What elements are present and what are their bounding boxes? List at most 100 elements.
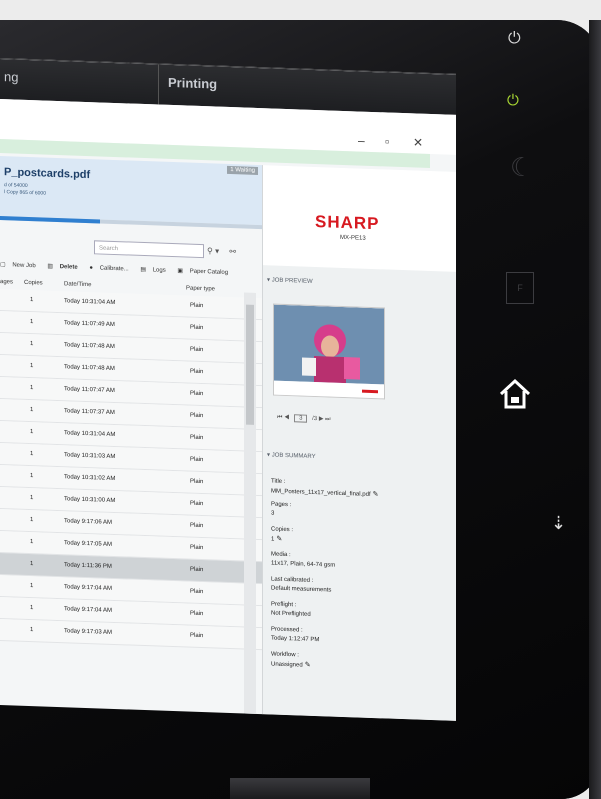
preview-pager: ⏮ ◀ 3 /3 ▶ ⏭ — [277, 414, 331, 424]
cell-copies: 1 — [30, 561, 34, 568]
cell-copies: 1 — [30, 363, 34, 370]
cell-copies: 1 — [30, 605, 34, 612]
brand-area: SHARP MX-PE13 — [263, 165, 456, 272]
logs-button[interactable]: ▤ Logs — [140, 267, 170, 274]
cell-copies: 1 — [30, 429, 34, 436]
cell-datetime: Today 11:07:48 AM — [64, 342, 115, 351]
search-input[interactable]: Search — [94, 240, 204, 259]
summary-preflight: Preflight : Not Preflighted — [271, 601, 311, 618]
cell-copies: 1 — [30, 517, 34, 524]
paper-catalog-button[interactable]: ▣ Paper Catalog — [177, 268, 233, 276]
new-job-icon: ▢ — [0, 262, 6, 269]
new-job-button[interactable]: ▢ New Job — [0, 262, 41, 269]
waiting-badge: 1 Waiting — [227, 165, 258, 176]
summary-media: Media : 11x17, Plain, 64-74 gsm — [271, 551, 336, 569]
topbar-printing-label[interactable]: Printing — [168, 75, 217, 92]
header-datetime[interactable]: Date/Time — [64, 281, 91, 288]
filter-icon[interactable]: ⚯ — [229, 247, 236, 256]
minimize-button[interactable]: – — [358, 134, 365, 148]
job-name: P_postcards.pdf — [4, 166, 91, 182]
drop-icon: ● — [89, 265, 94, 272]
last-page-icon[interactable]: ⏭ — [325, 416, 330, 422]
cell-copies: 1 — [30, 627, 34, 634]
scrollbar-thumb[interactable] — [246, 304, 254, 425]
edit-pencil-icon[interactable]: ✎ — [305, 662, 311, 669]
page-number-input[interactable]: 3 — [294, 414, 308, 423]
header-copies[interactable]: Copies — [24, 280, 43, 287]
cell-paper: Plain — [190, 390, 204, 398]
cell-datetime: Today 10:31:04 AM — [64, 430, 116, 439]
job-summary-header[interactable]: ▾ JOB SUMMARY — [267, 451, 316, 460]
cell-datetime: Today 9:17:06 AM — [64, 518, 113, 526]
cell-paper: Plain — [190, 478, 204, 486]
cell-copies: 1 — [30, 385, 34, 392]
cell-copies: 1 — [30, 319, 34, 326]
cell-copies: 1 — [30, 539, 34, 546]
job-sub-1: d of 54000 — [4, 182, 28, 189]
edit-pencil-icon[interactable]: ✎ — [276, 536, 282, 543]
cell-datetime: Today 11:07:37 AM — [64, 408, 115, 417]
cell-copies: 1 — [30, 451, 34, 458]
header-pages[interactable]: ages — [0, 279, 13, 285]
cell-copies: 1 — [30, 341, 34, 348]
summary-processed: Processed : Today 1:12:47 PM — [271, 626, 320, 644]
cell-paper: Plain — [190, 302, 204, 310]
cell-datetime: Today 10:31:00 AM — [64, 496, 116, 505]
paper-catalog-icon: ▣ — [177, 268, 184, 275]
next-page-icon[interactable]: ▶ — [319, 416, 324, 422]
cell-paper: Plain — [190, 456, 204, 464]
job-table: ages Copies Date/Time Paper type 1 Today … — [0, 279, 262, 688]
cell-copies: 1 — [30, 297, 34, 304]
close-button[interactable]: ✕ — [413, 135, 423, 149]
chevron-down-icon[interactable]: ▾ — [215, 247, 219, 256]
device-stand — [230, 778, 370, 799]
cell-paper: Plain — [190, 346, 204, 354]
cell-datetime: Today 9:17:05 AM — [64, 540, 113, 548]
trash-icon: ▥ — [47, 263, 54, 270]
energy-save-icon[interactable]: ⏻ — [507, 92, 519, 109]
cell-datetime: Today 9:17:03 AM — [64, 628, 113, 636]
cell-datetime: Today 9:17:04 AM — [64, 606, 113, 614]
cell-copies: 1 — [30, 583, 34, 590]
cell-paper: Plain — [190, 412, 204, 420]
bezel-rim — [589, 20, 601, 799]
first-page-icon[interactable]: ⏮ — [277, 415, 282, 421]
job-preview-header[interactable]: ▾ JOB PREVIEW — [267, 276, 313, 285]
cell-datetime: Today 10:31:02 AM — [64, 474, 116, 483]
sleep-moon-icon[interactable]: ☾ — [510, 152, 533, 183]
cell-paper: Plain — [190, 632, 204, 640]
prev-page-icon[interactable]: ◀ — [284, 415, 289, 421]
cell-datetime: Today 11:07:48 AM — [64, 364, 115, 373]
summary-title: Title : MM_Posters_11x17_vertical_final.… — [271, 478, 379, 499]
cell-datetime: Today 9:17:04 AM — [64, 584, 113, 592]
active-job-card[interactable]: P_postcards.pdf d of 54000 l Copy 865 of… — [0, 156, 262, 226]
delete-button[interactable]: ▥ Delete — [47, 264, 82, 271]
usb-icon: ⇣ — [551, 513, 567, 533]
cell-datetime: Today 10:31:03 AM — [64, 452, 116, 461]
cell-paper: Plain — [190, 522, 204, 530]
header-papertype[interactable]: Paper type — [186, 285, 215, 292]
cell-datetime: Today 1:11:36 PM — [64, 562, 112, 570]
cell-paper: Plain — [190, 544, 204, 552]
touch-screen: ng Printing – ▫ ✕ P_postcards.pdf d of 5… — [0, 58, 456, 721]
model-label: MX-PE13 — [340, 234, 366, 242]
cell-datetime: Today 11:07:49 AM — [64, 320, 115, 329]
table-scrollbar[interactable] — [244, 292, 256, 721]
search-icon[interactable]: ⚲ — [207, 246, 213, 255]
cell-paper: Plain — [190, 434, 204, 442]
topbar-left-label[interactable]: ng — [4, 69, 18, 85]
cell-paper: Plain — [190, 610, 204, 618]
summary-workflow: Workflow : Unassigned ✎ — [271, 651, 311, 669]
calibrate-button[interactable]: ● Calibrate... — [89, 265, 133, 273]
edit-pencil-icon[interactable]: ✎ — [373, 491, 379, 498]
home-icon[interactable] — [498, 378, 532, 415]
power-icon[interactable]: ⏻ — [508, 30, 521, 48]
cell-paper: Plain — [190, 588, 204, 596]
sharp-logo: SHARP — [315, 212, 380, 234]
right-panel: SHARP MX-PE13 ▾ JOB PREVIEW ⏮ ◀ 3 /3 ▶ ⏭… — [262, 165, 456, 721]
fiery-icon[interactable]: F — [506, 272, 534, 304]
restore-button[interactable]: ▫ — [385, 134, 389, 148]
summary-copies: Copies : 1 ✎ — [271, 526, 294, 543]
job-toolbar: ▢ New Job ▥ Delete ● Calibrate... ▤ Logs… — [0, 261, 262, 282]
cell-copies: 1 — [30, 495, 34, 502]
